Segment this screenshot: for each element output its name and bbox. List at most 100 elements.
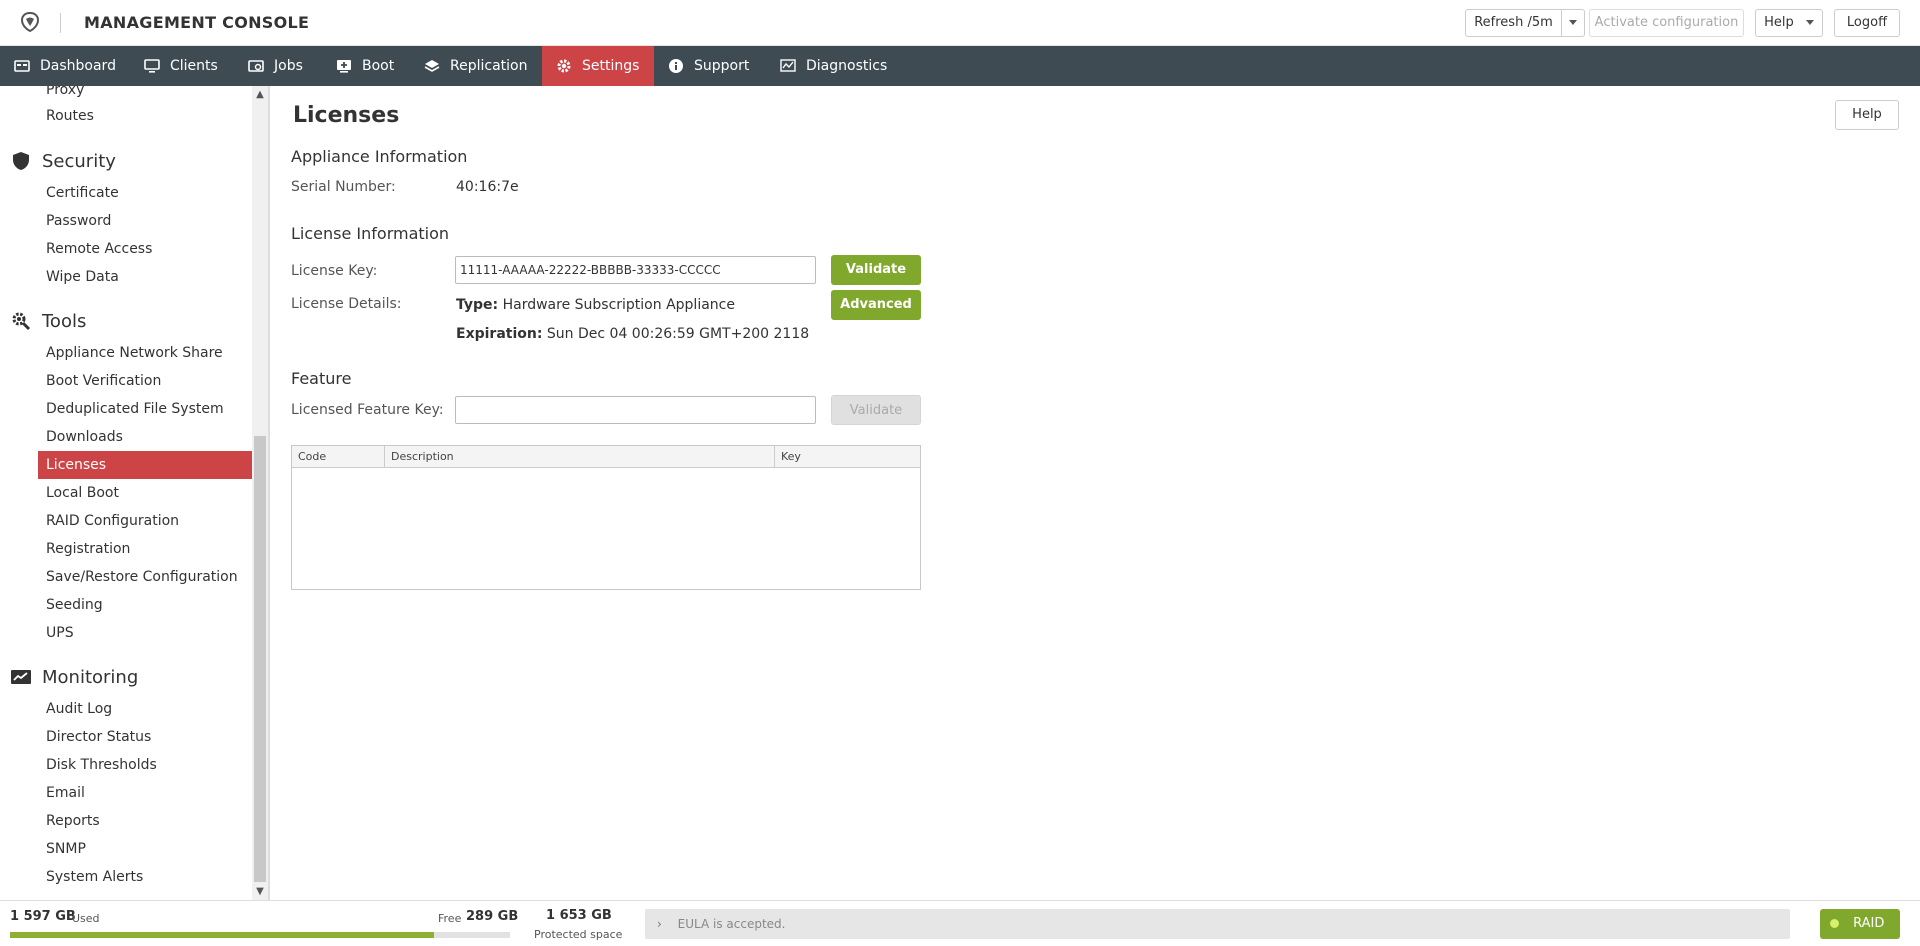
status-dot-icon [1830, 919, 1839, 928]
column-header-key[interactable]: Key [775, 446, 920, 468]
sidebar-item-seeding[interactable]: Seeding [38, 591, 253, 619]
sidebar-scroll-thumb[interactable] [254, 436, 266, 882]
scroll-down-icon[interactable]: ▼ [254, 886, 266, 898]
refresh-button[interactable]: Refresh /5m [1465, 9, 1562, 37]
used-space-label: Used [72, 912, 100, 925]
feature-heading: Feature [291, 369, 352, 388]
sidebar-item-deduplicated-file-system[interactable]: Deduplicated File System [38, 395, 253, 423]
top-bar: MANAGEMENT CONSOLE Refresh /5m Activate … [0, 0, 1920, 46]
sidebar: Proxy Routes Security Certificate Passwo… [0, 86, 270, 900]
chevron-down-icon [1569, 20, 1577, 25]
column-header-description[interactable]: Description [385, 446, 775, 468]
sidebar-section-monitoring: Monitoring [10, 666, 138, 688]
nav-boot-label: Boot [362, 58, 395, 74]
validate-feature-button[interactable]: Validate [831, 395, 921, 425]
sidebar-item-boot-verification[interactable]: Boot Verification [38, 367, 253, 395]
activate-configuration-button[interactable]: Activate configuration [1589, 9, 1744, 37]
nav-diagnostics-label: Diagnostics [806, 58, 888, 74]
layers-icon [424, 60, 440, 72]
info-icon [669, 59, 683, 73]
nav-settings[interactable]: Settings [542, 46, 654, 86]
nav-replication-label: Replication [450, 58, 528, 74]
monitoring-icon [11, 670, 31, 684]
shield-icon [13, 152, 29, 170]
nav-clients[interactable]: Clients [130, 46, 235, 86]
logoff-label: Logoff [1846, 15, 1888, 30]
sidebar-item-registration[interactable]: Registration [38, 535, 253, 563]
sidebar-item-system-alerts[interactable]: System Alerts [38, 863, 253, 891]
page-help-button[interactable]: Help [1835, 100, 1899, 130]
sidebar-item-routes[interactable]: Routes [38, 102, 253, 130]
chevron-right-icon: › [657, 917, 662, 931]
scroll-up-icon[interactable]: ▲ [254, 89, 266, 101]
eula-status-bar[interactable]: › EULA is accepted. [645, 909, 1790, 939]
logo-divider [60, 13, 61, 33]
sidebar-item-reports[interactable]: Reports [38, 807, 253, 835]
storage-usage-fill [10, 932, 434, 938]
main-nav: Dashboard Clients Jobs Boot Replication … [0, 46, 1920, 86]
license-expiration-value: Sun Dec 04 00:26:59 GMT+200 2118 [546, 326, 810, 342]
validate-license-button[interactable]: Validate [831, 255, 921, 285]
sidebar-item-remote-access[interactable]: Remote Access [38, 235, 253, 263]
boot-icon [337, 60, 351, 73]
tools-icon [12, 312, 31, 331]
sidebar-item-raid-configuration[interactable]: RAID Configuration [38, 507, 253, 535]
status-footer: 1 597 GB Used Free 289 GB 1 653 GB Prote… [0, 900, 1920, 946]
logo-icon [20, 11, 40, 33]
sidebar-item-local-boot[interactable]: Local Boot [38, 479, 253, 507]
license-key-input[interactable] [455, 256, 816, 284]
sidebar-item-email[interactable]: Email [38, 779, 253, 807]
nav-boot[interactable]: Boot [322, 46, 410, 86]
refresh-label: Refresh /5m [1474, 15, 1553, 30]
appliance-information-heading: Appliance Information [291, 147, 468, 166]
nav-support[interactable]: Support [654, 46, 756, 86]
sidebar-item-disk-thresholds[interactable]: Disk Thresholds [38, 751, 253, 779]
eula-status-text: EULA is accepted. [677, 917, 786, 931]
feature-table: Code Description Key [291, 445, 921, 590]
sidebar-section-security: Security [10, 150, 116, 172]
activate-configuration-label: Activate configuration [1594, 15, 1739, 30]
serial-number-label: Serial Number: [291, 179, 396, 195]
nav-support-label: Support [694, 58, 750, 74]
licensed-feature-key-input[interactable] [455, 396, 816, 424]
sidebar-item-save-restore-configuration[interactable]: Save/Restore Configuration [38, 563, 253, 591]
sidebar-item-snmp[interactable]: SNMP [38, 835, 253, 863]
main-content: Licenses Help Appliance Information Seri… [272, 86, 1920, 900]
licensed-feature-key-label: Licensed Feature Key: [291, 402, 444, 418]
advanced-button[interactable]: Advanced [831, 290, 921, 320]
sidebar-item-audit-log[interactable]: Audit Log [38, 695, 253, 723]
sidebar-section-title: Monitoring [42, 666, 139, 688]
help-menu-button[interactable]: Help [1755, 9, 1823, 37]
serial-number-value: 40:16:7e [456, 179, 519, 195]
page-title: Licenses [293, 103, 400, 128]
sidebar-item-certificate[interactable]: Certificate [38, 179, 253, 207]
storage-usage-bar [10, 932, 510, 938]
license-information-heading: License Information [291, 224, 450, 243]
dashboard-icon [14, 60, 30, 72]
raid-status-button[interactable]: RAID [1820, 909, 1900, 939]
refresh-dropdown-button[interactable] [1561, 9, 1585, 37]
sidebar-item-appliance-network-share[interactable]: Appliance Network Share [38, 339, 253, 367]
column-header-code[interactable]: Code [292, 446, 385, 468]
sidebar-item-wipe-data[interactable]: Wipe Data [38, 263, 253, 291]
chart-icon [780, 59, 796, 72]
sidebar-item-licenses[interactable]: Licenses [38, 451, 253, 479]
nav-diagnostics[interactable]: Diagnostics [766, 46, 890, 86]
license-details-label: License Details: [291, 296, 402, 312]
chevron-down-icon [1805, 20, 1814, 25]
sidebar-item-ups[interactable]: UPS [38, 619, 253, 647]
app-title: MANAGEMENT CONSOLE [84, 13, 310, 32]
nav-replication[interactable]: Replication [410, 46, 540, 86]
nav-jobs[interactable]: Jobs [234, 46, 318, 86]
sidebar-item-downloads[interactable]: Downloads [38, 423, 253, 451]
gear-icon [557, 59, 571, 73]
nav-settings-label: Settings [582, 58, 640, 74]
logoff-button[interactable]: Logoff [1834, 9, 1900, 37]
license-expiration: Expiration: Sun Dec 04 00:26:59 GMT+200 … [456, 326, 809, 342]
sidebar-item-password[interactable]: Password [38, 207, 253, 235]
sidebar-section-title: Tools [42, 310, 87, 332]
feature-table-header: Code Description Key [292, 446, 920, 468]
license-type-label: Type: [456, 297, 499, 313]
nav-dashboard[interactable]: Dashboard [0, 46, 126, 86]
sidebar-item-director-status[interactable]: Director Status [38, 723, 253, 751]
